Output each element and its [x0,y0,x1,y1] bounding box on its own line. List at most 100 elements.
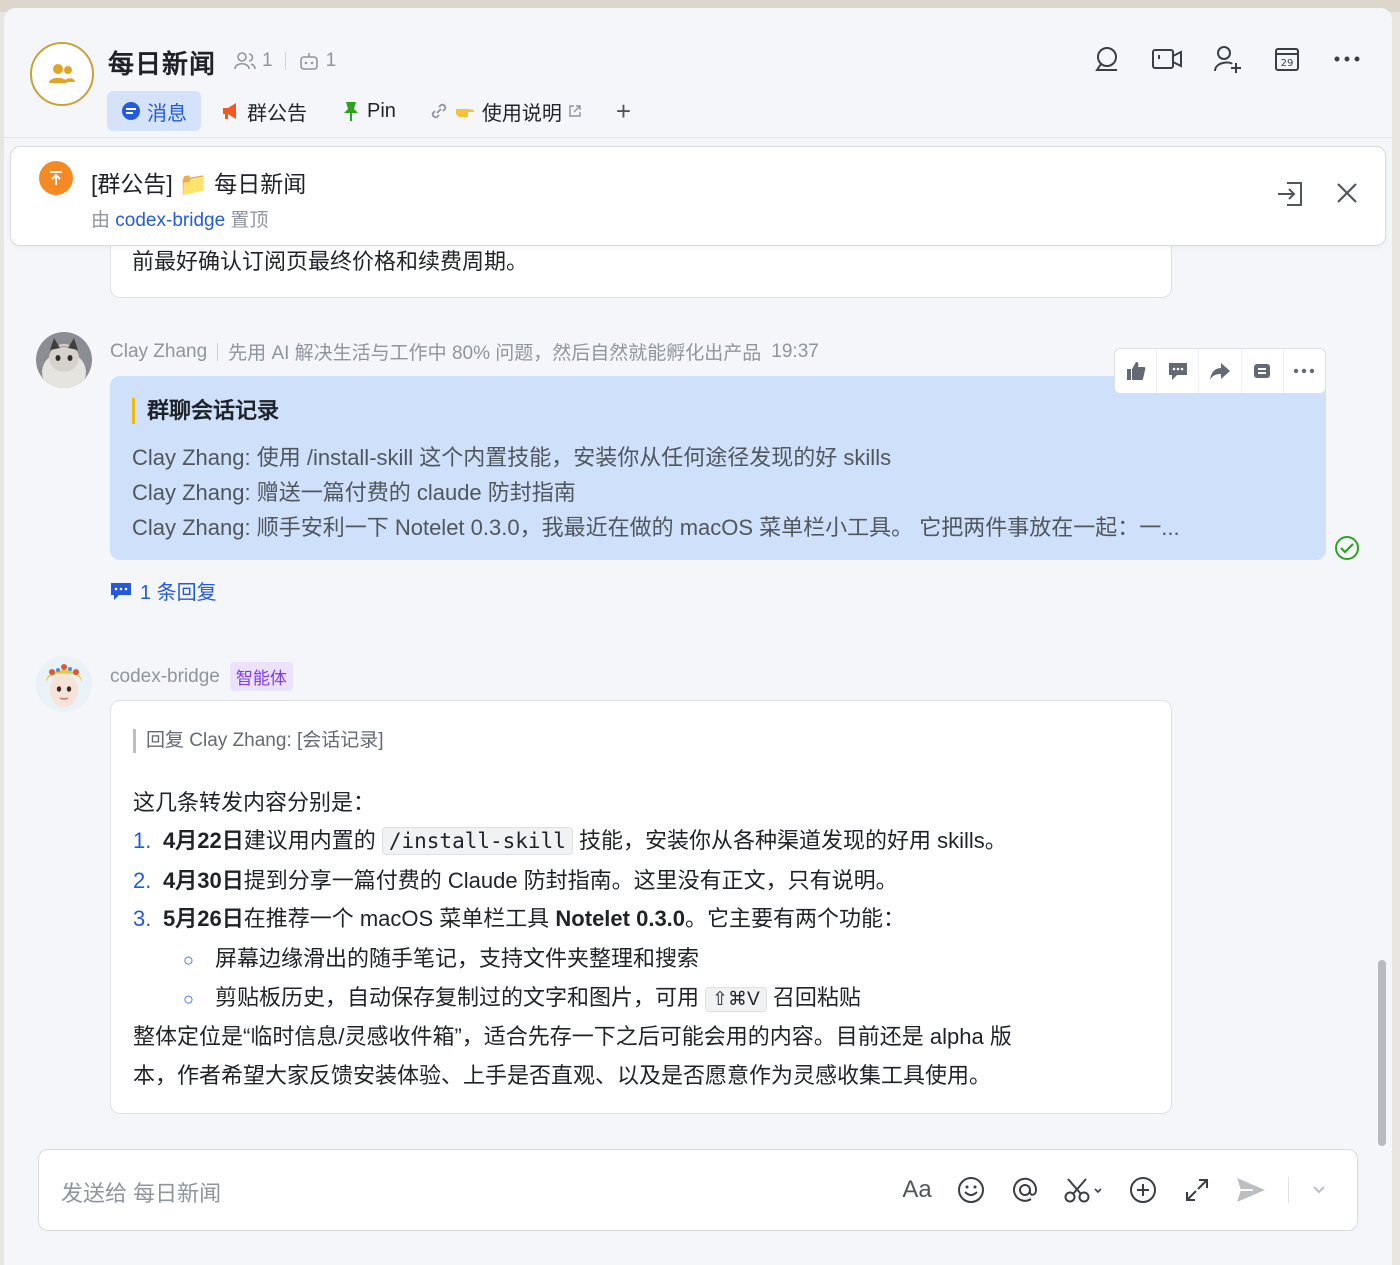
tab-pin[interactable]: Pin [327,91,410,131]
sender-line: codex-bridge 智能体 [110,662,293,691]
tab-label: 群公告 [247,102,307,125]
message-icon [122,102,140,120]
comment-icon [1168,363,1187,380]
bullet-icon: ○ [183,950,194,970]
notice-title: [群公告] 📁 每日新闻 [91,171,307,197]
message-outro: 本，作者希望大家反馈安装体验、上手是否直观、以及是否愿意作为灵感收集工具使用。 [133,1063,992,1088]
expand-icon [1186,1179,1208,1201]
card-line: Clay Zhang: 顺手安利一下 Notelet 0.3.0，我最近在做的 … [132,515,1180,540]
mention-button[interactable] [1008,1172,1042,1208]
tab-label: 消息 [147,102,187,125]
tab-label: Pin [367,99,396,122]
card-title: 群聊会话记录 [132,398,279,424]
item-date: 4月30日 [163,868,244,893]
sub-list-item: ○ 剪贴板历史，自动保存复制过的文字和图片，可用 ⇧⌘V 召回粘贴 [183,980,861,1012]
list-number: 1. [133,828,152,853]
tab-messages[interactable]: 消息 [107,91,201,131]
composer-input[interactable]: 发送给 每日新闻 [61,1176,221,1208]
megaphone-icon [223,103,236,119]
sender-signature: 先用 AI 解决生活与工作中 80% 问题，然后自然就能孵化出产品 [228,343,762,364]
inline-code: /install-skill [381,827,573,855]
bot-icon[interactable] [298,51,320,71]
sender-line: Clay Zhang 先用 AI 解决生活与工作中 80% 问题，然后自然就能孵… [110,338,819,365]
pin-icon [344,102,358,121]
avatar[interactable] [36,656,92,712]
thread-reply-link[interactable]: 1 条回复 [110,576,217,605]
pointing-hand-icon [455,109,474,117]
more-button[interactable] [1330,42,1364,76]
chat-record-card[interactable]: 群聊会话记录 Clay Zhang: 使用 /install-skill 这个内… [110,376,1326,560]
bot-badge: 智能体 [229,662,293,691]
sender-name[interactable]: codex-bridge [110,666,220,688]
more-button[interactable] [1284,349,1325,393]
close-icon[interactable] [1333,179,1361,207]
reply-count: 1 条回复 [140,582,217,604]
plus-circle-icon [1130,1177,1156,1203]
card-line: Clay Zhang: 使用 /install-skill 这个内置技能，安装你… [132,445,892,470]
members-icon[interactable] [234,51,256,71]
list-item: 3. 5月26日在推荐一个 macOS 菜单栏工具 Notelet 0.3.0。它… [133,901,905,933]
sticker-icon [1254,364,1271,378]
pinned-announcement[interactable]: [群公告] 📁 每日新闻 由 codex-bridge 置顶 [10,146,1386,246]
screenshot-button[interactable] [1062,1172,1106,1208]
message-text: 前最好确认订阅页最终价格和续费周期。 [132,249,529,274]
item-text: 召回粘贴 [772,985,861,1010]
notice-by-user[interactable]: codex-bridge [115,210,225,231]
add-tab-button[interactable]: + [602,91,645,131]
reply-button[interactable] [1157,349,1200,393]
meta-divider [284,52,286,70]
group-avatar[interactable] [30,42,94,106]
format-button[interactable]: Aa [900,1172,934,1208]
tab-announcement[interactable]: 群公告 [207,91,321,131]
reply-thread-icon [111,582,131,600]
bots-count: 1 [325,50,337,71]
header-actions: 29 [1090,42,1364,76]
scrollbar[interactable] [1378,960,1386,1146]
add-user-icon [1214,46,1241,73]
tab-usage-guide[interactable]: 使用说明 [416,91,596,131]
send-options-button[interactable] [1309,1172,1329,1208]
message-bubble: 回复 Clay Zhang: [会话记录] 这几条转发内容分别是： 1. 4月22… [110,700,1172,1114]
add-attachment-button[interactable] [1126,1172,1160,1208]
chat-header: 每日新闻 1 1 消息 群公告 Pin 使用说明 + 29 [4,8,1392,138]
search-button[interactable] [1090,42,1124,76]
add-member-button[interactable] [1210,42,1244,76]
sub-list-item: ○ 屏幕边缘滑出的随手笔记，支持文件夹整理和搜索 [183,941,699,973]
message-outro: 整体定位是“临时信息/灵感收件箱”，适合先存一下之后可能会用的内容。目前还是 a… [133,1024,1012,1049]
forward-button[interactable] [1199,349,1242,393]
item-text: 在推荐一个 macOS 菜单栏工具 [243,906,550,931]
video-call-button[interactable] [1150,42,1184,76]
calendar-button[interactable]: 29 [1270,42,1304,76]
video-icon [1152,49,1182,69]
reply-quote[interactable]: 回复 Clay Zhang: [会话记录] [133,729,384,753]
reaction-button[interactable] [1242,349,1284,393]
search-icon [1095,47,1117,71]
send-button[interactable] [1234,1172,1268,1208]
message-composer[interactable]: 发送给 每日新闻 Aa [38,1149,1358,1231]
notice-actions [1275,179,1361,209]
divider [217,342,219,361]
jump-to-icon[interactable] [1275,179,1305,209]
item-date: 5月26日 [163,906,244,931]
sender-name[interactable]: Clay Zhang [110,341,207,363]
link-icon [431,103,447,119]
expand-editor-button[interactable] [1180,1172,1214,1208]
item-text: 技能，安装你从各种渠道发现的好用 skills。 [579,828,1007,853]
emoji-button[interactable] [954,1172,988,1208]
list-number: 2. [133,868,152,893]
scissors-icon [1064,1178,1102,1203]
like-button[interactable] [1115,349,1158,393]
item-text: 剪贴板历史，自动保存复制过的文字和图片，可用 [215,985,700,1010]
item-text: 。它主要有两个功能： [685,906,906,931]
composer-toolbar: Aa [900,1172,1329,1208]
avatar[interactable] [36,332,92,388]
chat-title[interactable]: 每日新闻 [108,44,216,81]
send-icon [1237,1178,1265,1202]
item-bold-text: Notelet 0.3.0 [555,906,686,931]
thumbs-up-icon [1126,362,1146,380]
group-icon [49,64,75,83]
list-item: 1. 4月22日建议用内置的 /install-skill 技能，安装你从各种渠道… [133,823,1007,855]
at-icon [1013,1177,1038,1202]
chevron-down-icon [1313,1186,1325,1194]
chat-tabs: 消息 群公告 Pin 使用说明 + [107,91,651,131]
